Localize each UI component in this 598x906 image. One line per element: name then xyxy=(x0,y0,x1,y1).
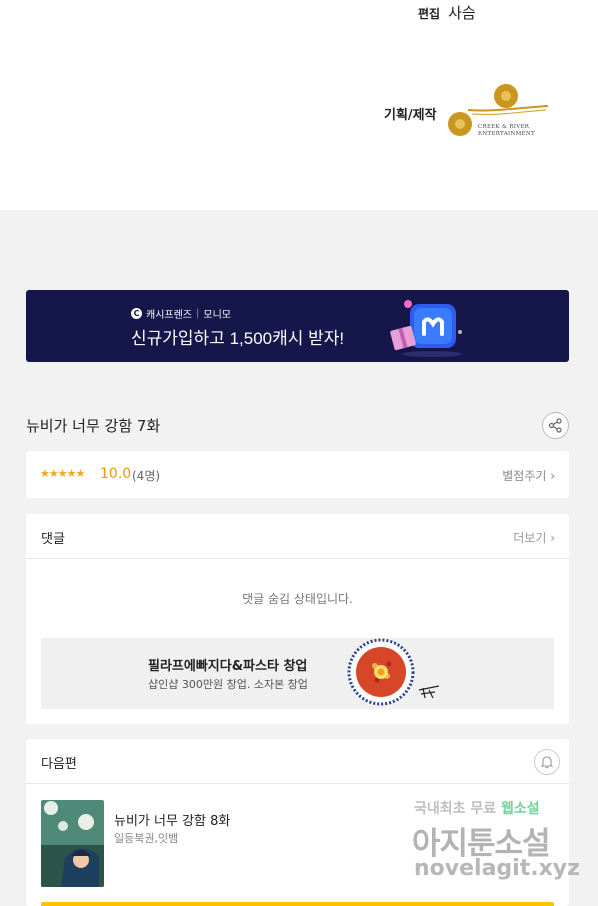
ad-subtitle: 샵인샵 300만원 창업. 소자본 창업 xyxy=(148,678,308,691)
edit-label: 편집 xyxy=(418,7,441,21)
comments-header: 댓글 더보기 › xyxy=(26,514,569,559)
rating-card: ★★★★★ 10.0 (4명) 별점주기 › xyxy=(26,451,569,498)
rate-button[interactable]: 별점주기 › xyxy=(502,467,555,484)
gift-app-icon xyxy=(390,300,462,357)
next-episode-thumbnail[interactable] xyxy=(41,800,104,887)
edit-value: 사슴 xyxy=(448,4,476,22)
pilaf-ad[interactable]: 필라프에빠지다&파스타 창업 샵인샵 300만원 창업. 소자본 창업 xyxy=(41,638,554,709)
next-episode-author: 일등북권,잇뱀 xyxy=(114,832,179,845)
brand-name: 캐시프렌즈 xyxy=(146,310,192,321)
credits-section: 편집 사슴 기획/제작 CREEK & RIVER ENTERTAINMENT xyxy=(0,0,598,210)
production-label: 기획/제작 xyxy=(384,108,437,123)
cashfriends-banner[interactable]: C 캐시프렌즈 | 모니모 신규가입하고 1,500캐시 받자! xyxy=(26,290,569,362)
comments-card: 댓글 더보기 › 댓글 숨김 상태입니다. 필라프에빠지다&파스타 창업 샵인샵… xyxy=(26,514,569,724)
next-episode-card: 다음편 뉴비가 너무 강함 8화 일등북권,잇뱀 xyxy=(26,739,569,906)
cashfriends-logo-icon: C xyxy=(131,308,142,319)
logo-text: CREEK & RIVER ENTERTAINMENT xyxy=(478,124,535,137)
brand-separator: | xyxy=(196,308,200,319)
next-episode-label: 다음편 xyxy=(41,757,77,772)
rating-score: 10.0 xyxy=(100,466,132,482)
comments-title: 댓글 xyxy=(41,532,65,547)
ad-title: 필라프에빠지다&파스타 창업 xyxy=(148,659,308,674)
banner-headline: 신규가입하고 1,500캐시 받자! xyxy=(131,329,345,348)
comments-more-link[interactable]: 더보기 › xyxy=(513,529,555,546)
share-button[interactable] xyxy=(542,412,569,439)
bell-icon xyxy=(540,756,554,769)
pilaf-dish-image xyxy=(347,638,440,706)
credit-edit: 편집 사슴 xyxy=(418,2,476,23)
banner-brand: C 캐시프렌즈 | 모니모 xyxy=(131,306,231,321)
next-episode-title[interactable]: 뉴비가 너무 강함 8화 xyxy=(114,810,230,829)
comments-hidden-message: 댓글 숨김 상태입니다. xyxy=(242,592,353,606)
episode-title: 뉴비가 너무 강함 7화 xyxy=(26,417,161,435)
rating-count: (4명) xyxy=(132,469,161,483)
next-episode-header: 다음편 xyxy=(26,739,569,784)
brand-partner: 모니모 xyxy=(203,310,231,321)
share-icon xyxy=(548,418,562,433)
notification-button[interactable] xyxy=(534,749,560,775)
next-episode-button[interactable] xyxy=(41,902,554,906)
rating-stars: ★★★★★ xyxy=(40,467,85,480)
